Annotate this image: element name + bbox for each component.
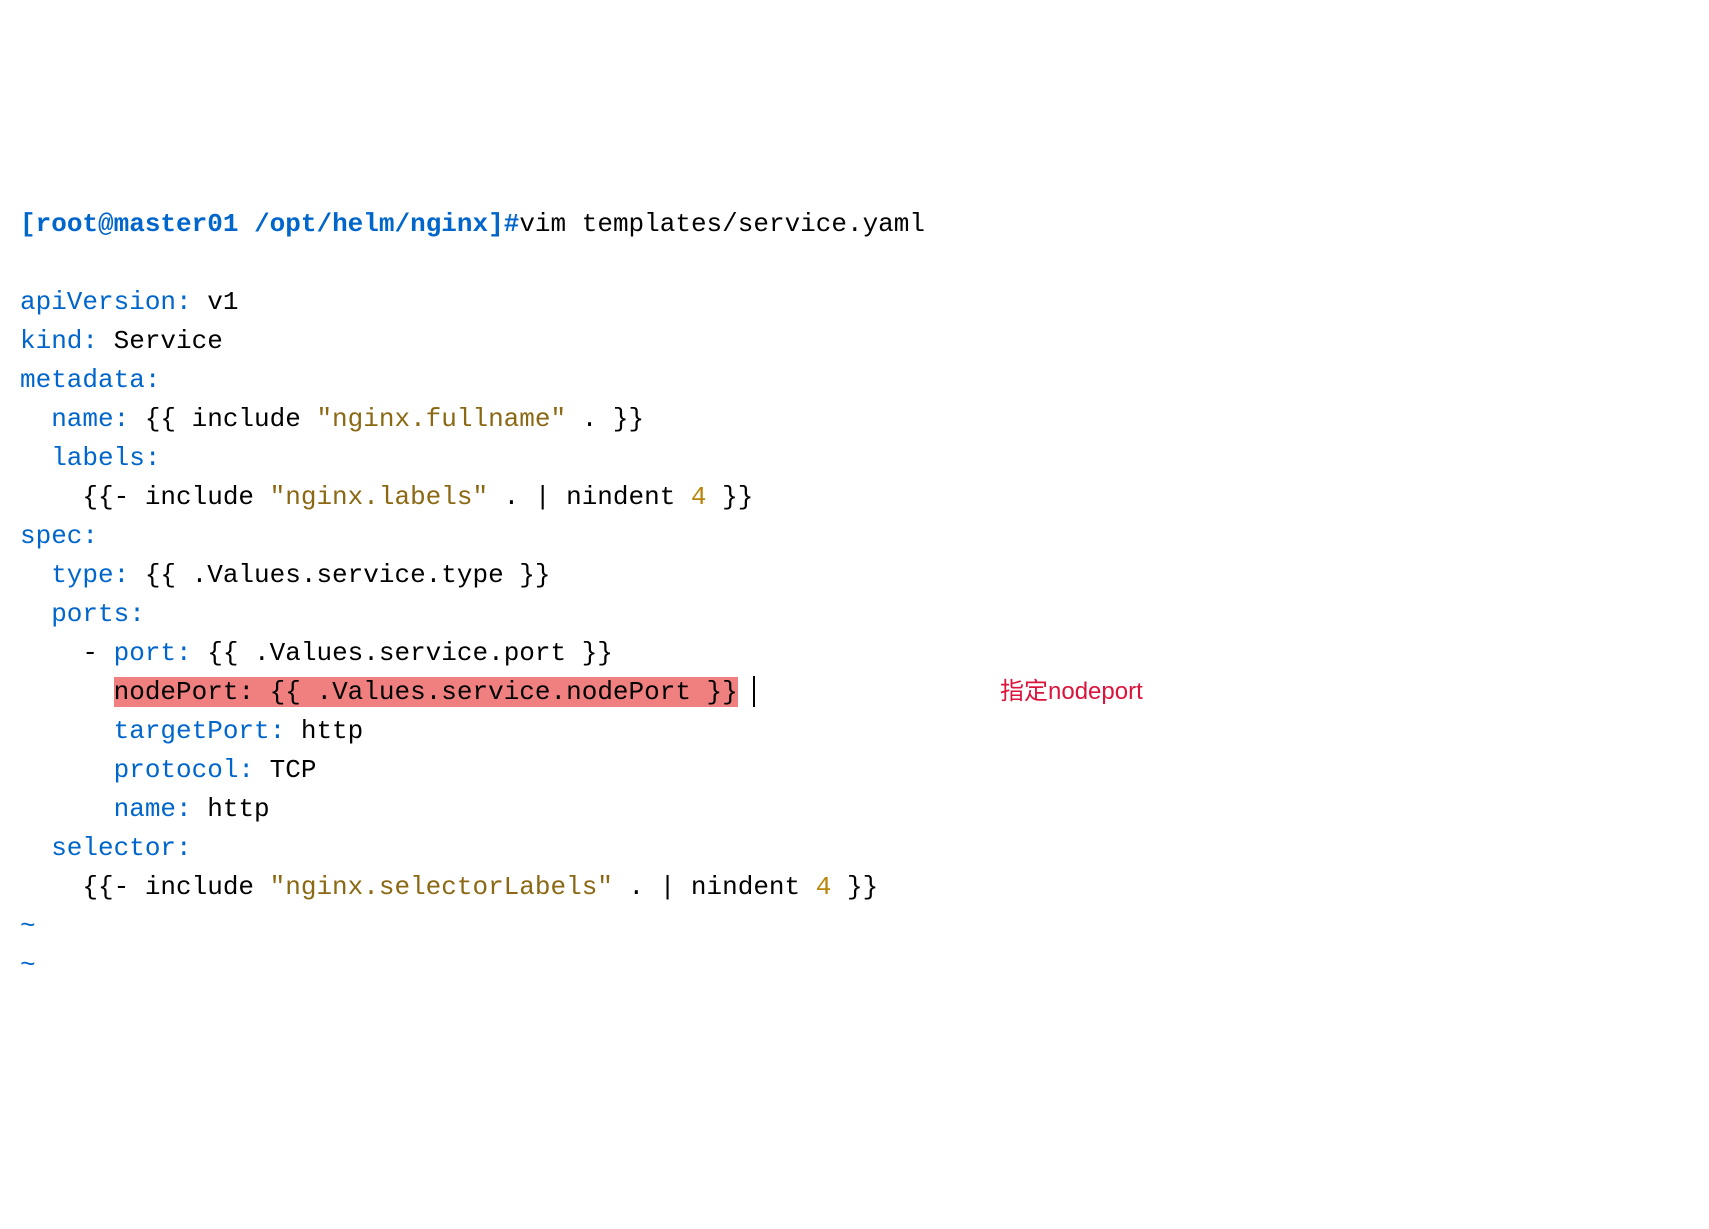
yaml-key-labels: labels: [20,443,160,473]
yaml-key-spec: spec: [20,521,98,551]
command-text: vim templates/service.yaml [519,209,925,239]
prompt-path: /opt/helm/nginx [254,209,488,239]
yaml-val-protocol: TCP [254,755,316,785]
yaml-key-kind: kind: [20,326,98,356]
yaml-val-portname: http [192,794,270,824]
terminal-output: [root@master01 /opt/helm/nginx]#vim temp… [20,166,1689,1024]
yaml-key-ports: ports: [20,599,145,629]
prompt-open-bracket: [ [20,209,36,239]
yaml-trail-nodeport [738,677,754,707]
yaml-key-metadata: metadata: [20,365,160,395]
prompt-close-bracket: ]# [488,209,519,239]
yaml-key-nodeport: nodePort: [114,677,254,707]
yaml-val-selector-end: }} [831,872,878,902]
prompt-user-host: root@master01 [36,209,239,239]
annotation-label: 指定nodeport [1000,674,1143,710]
vim-tilde: ~ [20,950,36,980]
cursor-icon [753,676,755,707]
yaml-val-selector-num: 4 [816,872,832,902]
yaml-key-protocol: protocol: [20,755,254,785]
vim-tilde: ~ [20,911,36,941]
yaml-key-selector: selector: [20,833,192,863]
yaml-val-targetport: http [285,716,363,746]
yaml-val-kind: Service [98,326,223,356]
yaml-val-labels-open: {{- include [20,482,270,512]
yaml-val-selector-close: . | nindent [613,872,816,902]
yaml-val-port: {{ .Values.service.port }} [192,638,613,668]
yaml-dash: - [20,638,114,668]
yaml-key-port: port: [114,638,192,668]
yaml-val-type: {{ .Values.service.type }} [129,560,550,590]
yaml-val-labels-end: }} [707,482,754,512]
yaml-key-portname: name: [20,794,192,824]
yaml-val-name-close: . }} [566,404,644,434]
yaml-val-selector-str: "nginx.selectorLabels" [270,872,613,902]
yaml-val-nodeport: {{ .Values.service.nodePort }} [254,677,738,707]
yaml-key-name: name: [20,404,129,434]
yaml-key-apiversion: apiVersion: [20,287,192,317]
prompt-space [238,209,254,239]
yaml-indent-nodeport [20,677,114,707]
yaml-key-type: type: [20,560,129,590]
highlight-nodeport: nodePort: {{ .Values.service.nodePort }} [114,677,738,707]
yaml-val-selector-open: {{- include [20,872,270,902]
yaml-val-labels-close: . | nindent [488,482,691,512]
yaml-val-labels-num: 4 [691,482,707,512]
yaml-val-labels-str: "nginx.labels" [270,482,488,512]
yaml-key-targetport: targetPort: [20,716,285,746]
yaml-val-name-str: "nginx.fullname" [316,404,566,434]
yaml-val-name-open: {{ include [129,404,316,434]
yaml-val-apiversion: v1 [192,287,239,317]
